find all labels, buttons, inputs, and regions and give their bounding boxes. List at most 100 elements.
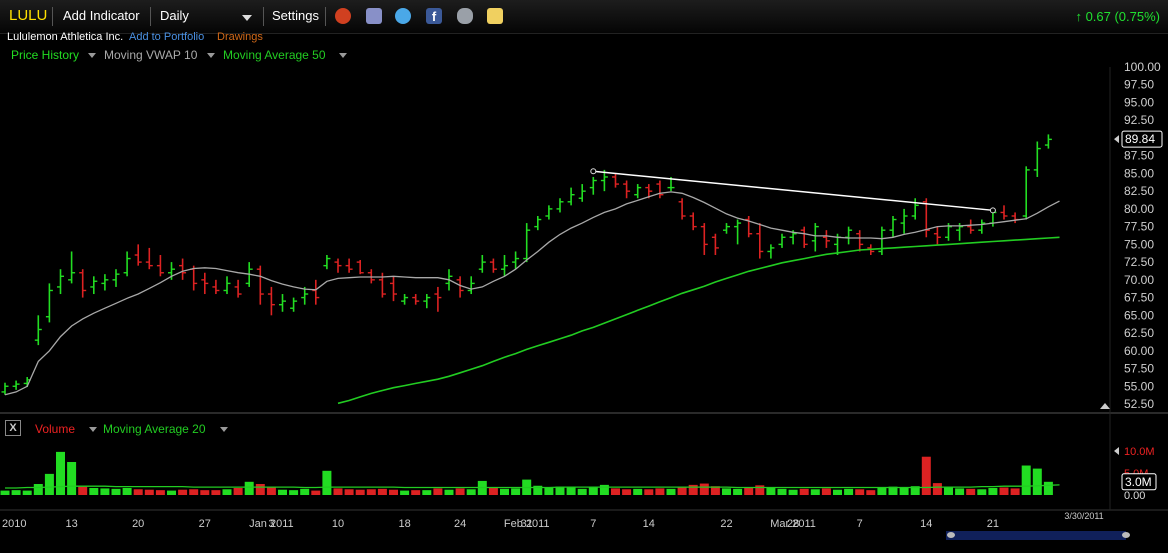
volume-bar xyxy=(511,488,521,495)
trendline xyxy=(593,170,993,212)
scrollbar-track xyxy=(946,531,1126,540)
x-tick-label: 27 xyxy=(199,518,211,530)
volume-bar xyxy=(1010,488,1020,495)
volume-bar xyxy=(899,487,909,495)
volume-bar xyxy=(67,462,77,495)
trendline-anchor xyxy=(590,168,597,175)
volume-bar xyxy=(955,488,965,495)
price-tick-label: 57.50 xyxy=(1124,362,1154,376)
volume-bar xyxy=(300,488,310,495)
price-volume-chart: 100.0097.5095.0092.5090.0087.5085.0082.5… xyxy=(0,60,1168,540)
volume-bar xyxy=(211,490,221,495)
volume-bar xyxy=(921,456,931,495)
price-tick-label: 52.50 xyxy=(1124,397,1154,411)
volume-bar xyxy=(411,490,421,495)
volume-bar xyxy=(699,483,709,495)
volume-bar xyxy=(422,490,432,495)
scrollbar-handle xyxy=(1122,532,1130,538)
last-volume-label: 3.0M xyxy=(1125,475,1152,489)
price-tick-label: 80.00 xyxy=(1124,202,1154,216)
legend-volume[interactable]: Volume xyxy=(35,422,75,436)
volume-bar xyxy=(821,488,831,495)
x-tick-label: Jan 2011 xyxy=(249,518,293,530)
volume-bar xyxy=(344,489,354,495)
x-tick-label: Mar 2011 xyxy=(770,518,816,530)
price-tick-label: 82.50 xyxy=(1124,184,1154,198)
price-tick-label: 77.50 xyxy=(1124,220,1154,234)
x-tick-label: 18 xyxy=(398,518,410,530)
volume-bar xyxy=(799,488,809,495)
price-tick-label: 55.00 xyxy=(1124,379,1154,393)
ma50-line xyxy=(337,236,1060,405)
close-pane-button[interactable]: X xyxy=(5,420,21,436)
scroll-up-icon xyxy=(1100,403,1110,409)
volume-bar xyxy=(167,490,176,495)
x-tick-label: 14 xyxy=(643,518,655,530)
volume-bar xyxy=(366,489,376,495)
volume-bar xyxy=(22,490,32,495)
volume-bar xyxy=(744,487,754,495)
x-tick-label: 14 xyxy=(920,518,932,530)
volume-bar xyxy=(932,483,942,495)
volume-bar xyxy=(622,489,632,495)
volume-bar xyxy=(222,489,232,495)
volume-bar xyxy=(100,488,110,495)
volume-bar xyxy=(755,485,765,495)
volume-bar xyxy=(266,487,276,495)
x-tick-label: 3/30/2011 xyxy=(1064,511,1103,521)
last-price-marker xyxy=(1114,135,1119,144)
volume-ma-line xyxy=(5,484,1060,489)
volume-bar xyxy=(333,488,343,495)
volume-bar xyxy=(655,488,665,495)
x-tick-label: 10 xyxy=(332,518,344,530)
volume-bar xyxy=(89,487,99,495)
volume-bar xyxy=(355,489,365,495)
volume-bar xyxy=(566,487,576,495)
chevron-down-icon[interactable] xyxy=(220,427,228,432)
volume-bar xyxy=(11,490,21,495)
price-tick-label: 85.00 xyxy=(1124,166,1154,180)
volume-bar xyxy=(433,488,443,495)
volume-bar xyxy=(833,489,842,495)
volume-bar xyxy=(78,486,88,495)
volume-bar xyxy=(611,488,620,495)
volume-bar xyxy=(33,484,43,495)
x-tick-label: Feb 2011 xyxy=(504,518,550,530)
volume-bar xyxy=(677,487,687,495)
volume-bar xyxy=(588,487,598,495)
volume-bar xyxy=(855,489,865,495)
volume-tick-label: 10.0M xyxy=(1124,446,1155,458)
chevron-down-icon[interactable] xyxy=(89,427,97,432)
volume-bar xyxy=(44,473,54,495)
volume-bar xyxy=(1032,468,1042,495)
volume-bar xyxy=(133,489,143,495)
close-icon: X xyxy=(9,422,17,434)
volume-bar xyxy=(278,489,287,495)
volume-bar xyxy=(0,490,10,495)
volume-bar xyxy=(722,488,731,495)
price-tick-label: 72.50 xyxy=(1124,255,1154,269)
volume-bar xyxy=(377,488,387,495)
x-tick-label: 7 xyxy=(857,518,863,530)
volume-bar xyxy=(644,489,654,495)
volume-bar xyxy=(1043,481,1053,495)
vwap-line xyxy=(4,191,1060,396)
volume-bar xyxy=(244,481,254,495)
trendline-anchor xyxy=(989,207,996,214)
volume-bar xyxy=(633,488,643,495)
volume-bar xyxy=(999,487,1009,495)
volume-bar xyxy=(599,484,609,495)
volume-bar xyxy=(322,470,332,495)
volume-bar xyxy=(444,489,454,495)
volume-bar xyxy=(777,488,787,495)
volume-bar xyxy=(766,487,776,495)
price-tick-label: 92.50 xyxy=(1124,113,1154,127)
volume-bar xyxy=(178,489,188,495)
volume-bar xyxy=(111,488,121,495)
volume-scale-marker xyxy=(1114,447,1119,455)
volume-bar xyxy=(577,488,587,495)
volume-tick-label: 0.00 xyxy=(1124,490,1145,502)
volume-bar xyxy=(500,488,509,495)
volume-bar xyxy=(977,489,987,495)
legend-volume-ma[interactable]: Moving Average 20 xyxy=(103,422,206,436)
